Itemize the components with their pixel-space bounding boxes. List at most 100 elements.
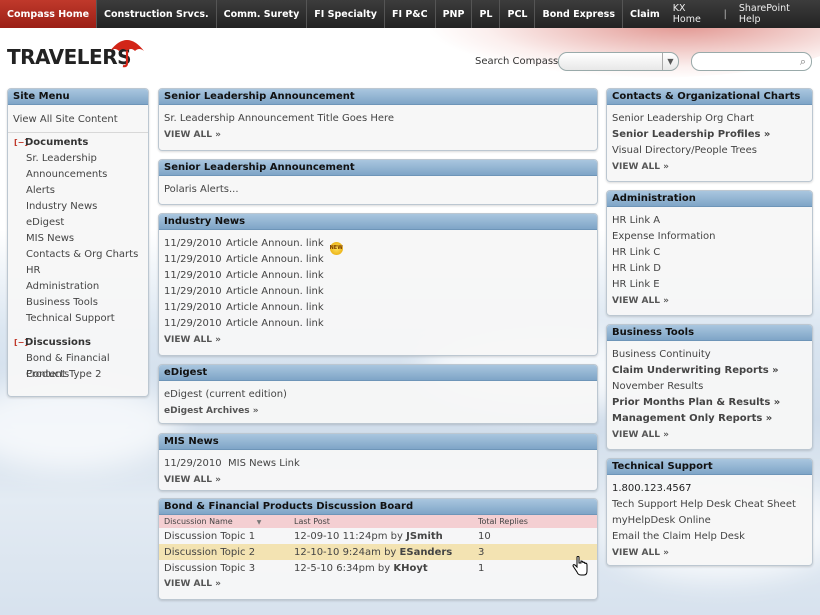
contacts-org-charts-panel: Contacts & Organizational Charts Senior …: [606, 88, 813, 182]
table-row[interactable]: Discussion Topic 3 12-5-10 6:34pm by KHo…: [159, 560, 597, 576]
sidebar-item-administration[interactable]: Administration: [8, 279, 148, 295]
sidebar-item-technical-support[interactable]: Technical Support: [8, 311, 148, 327]
tab-fi-pc[interactable]: FI P&C: [385, 0, 436, 28]
discussion-topic-link[interactable]: Discussion Topic 3: [159, 560, 289, 576]
november-results-link[interactable]: November Results: [612, 379, 807, 395]
tab-comm-surety[interactable]: Comm. Surety: [217, 0, 308, 28]
view-all-site-content-link[interactable]: View All Site Content: [8, 112, 148, 128]
table-row[interactable]: Discussion Topic 2 12-10-10 9:24am by ES…: [159, 544, 597, 560]
announcement-link[interactable]: Sr. Leadership Announcement Title Goes H…: [164, 111, 592, 127]
sidebar-item-mis-news[interactable]: MIS News: [8, 231, 148, 247]
news-item[interactable]: 11/29/2010 Article Announ. link NEW: [164, 236, 592, 255]
myhelpdesk-online-link[interactable]: myHelpDesk Online: [612, 513, 807, 529]
sidebar-item-alerts[interactable]: Alerts: [8, 183, 148, 199]
tab-compass-home[interactable]: Compass Home: [0, 0, 98, 28]
link-separator: |: [723, 8, 727, 20]
sidebar-item-contacts-org-charts[interactable]: Contacts & Org Charts: [8, 247, 148, 263]
polaris-alerts-link[interactable]: Polaris Alerts...: [164, 182, 592, 198]
hr-link-a[interactable]: HR Link A: [612, 213, 807, 229]
documents-heading[interactable]: [−]Documents: [8, 135, 148, 151]
discussions-heading[interactable]: [−]Discussions: [8, 335, 148, 351]
administration-panel: Administration HR Link A Expense Informa…: [606, 190, 813, 316]
column-header-total-replies[interactable]: Total Replies: [473, 515, 597, 528]
page-header: TRAVELERS Search Compass: ▼ ⌕: [0, 28, 820, 88]
sidebar-item-hr[interactable]: HR: [8, 263, 148, 279]
sharepoint-help-link[interactable]: SharePoint Help: [733, 3, 812, 25]
sidebar-item-sr-leadership[interactable]: Sr. Leadership: [8, 151, 148, 167]
tab-pcl[interactable]: PCL: [500, 0, 536, 28]
business-continuity-link[interactable]: Business Continuity: [612, 347, 807, 363]
chevron-down-icon[interactable]: ▼: [662, 53, 678, 70]
top-navigation-bar: Compass Home Construction Srvcs. Comm. S…: [0, 0, 820, 28]
column-header-last-post[interactable]: Last Post: [289, 515, 473, 528]
view-all-link[interactable]: VIEW ALL »: [612, 293, 807, 309]
sidebar-item-business-tools[interactable]: Business Tools: [8, 295, 148, 311]
claim-underwriting-reports-link[interactable]: Claim Underwriting Reports »: [612, 363, 807, 379]
last-post-cell: 12-5-10 6:34pm by KHoyt: [294, 562, 428, 574]
top-right-links: KX Home | SharePoint Help: [667, 0, 820, 28]
edigest-archives-link[interactable]: eDigest Archives »: [164, 403, 592, 419]
support-phone-number: 1.800.123.4567: [612, 483, 692, 494]
search-icon[interactable]: ⌕: [800, 55, 806, 69]
tab-bond-express[interactable]: Bond Express: [535, 0, 623, 28]
sidebar-item-edigest[interactable]: eDigest: [8, 215, 148, 231]
view-all-link[interactable]: VIEW ALL »: [164, 472, 592, 488]
collapse-icon[interactable]: [−]: [14, 135, 28, 151]
view-all-link[interactable]: VIEW ALL »: [164, 332, 592, 348]
author-link[interactable]: KHoyt: [393, 563, 427, 574]
search-scope-dropdown[interactable]: ▼: [558, 52, 679, 71]
search-label: Search Compass:: [475, 56, 562, 67]
tab-pnp[interactable]: PNP: [436, 0, 473, 28]
management-only-reports-link[interactable]: Management Only Reports »: [612, 411, 807, 427]
view-all-link[interactable]: VIEW ALL »: [159, 576, 597, 592]
site-menu-title: Site Menu: [8, 89, 148, 105]
discussion-topic-link[interactable]: Discussion Topic 2: [159, 544, 289, 560]
sidebar-item-industry-news[interactable]: Industry News: [8, 199, 148, 215]
author-link[interactable]: JSmith: [406, 531, 443, 542]
news-item[interactable]: 11/29/2010 Article Announ. link: [164, 300, 592, 316]
senior-leadership-org-chart-link[interactable]: Senior Leadership Org Chart: [612, 111, 807, 127]
discussion-table: Discussion Name ▼ Last Post Total Replies…: [159, 515, 597, 576]
panel-title: Technical Support: [607, 459, 812, 475]
expense-information-link[interactable]: Expense Information: [612, 229, 807, 245]
news-item[interactable]: 11/29/2010 Article Announ. link: [164, 252, 592, 268]
news-item[interactable]: 11/29/2010 Article Announ. link: [164, 316, 592, 332]
email-claim-help-desk-link[interactable]: Email the Claim Help Desk: [612, 529, 807, 545]
senior-leadership-profiles-link[interactable]: Senior Leadership Profiles »: [612, 127, 807, 143]
visual-directory-link[interactable]: Visual Directory/People Trees: [612, 143, 807, 159]
hand-cursor-icon: [572, 556, 588, 576]
tab-claim[interactable]: Claim: [623, 0, 667, 28]
last-post-cell: 12-10-10 9:24am by ESanders: [294, 546, 453, 558]
hr-link-e[interactable]: HR Link E: [612, 277, 807, 293]
view-all-link[interactable]: VIEW ALL »: [612, 159, 807, 175]
author-link[interactable]: ESanders: [400, 547, 453, 558]
prior-months-plan-results-link[interactable]: Prior Months Plan & Results »: [612, 395, 807, 411]
panel-title: Administration: [607, 191, 812, 207]
view-all-link[interactable]: VIEW ALL »: [612, 427, 807, 443]
collapse-icon[interactable]: [−]: [14, 335, 28, 351]
replies-cell: 10: [478, 530, 491, 542]
news-item[interactable]: 11/29/2010 Article Announ. link: [164, 268, 592, 284]
sort-down-icon[interactable]: ▼: [257, 519, 262, 526]
sidebar-item-content-type-2[interactable]: Content Type 2: [8, 367, 148, 383]
mis-news-link[interactable]: 11/29/2010 MIS News Link: [164, 456, 592, 472]
tab-construction-services[interactable]: Construction Srvcs.: [97, 0, 217, 28]
table-row[interactable]: Discussion Topic 1 12-09-10 11:24pm by J…: [159, 528, 597, 544]
panel-title: Senior Leadership Announcement: [159, 89, 597, 105]
hr-link-d[interactable]: HR Link D: [612, 261, 807, 277]
tech-support-cheat-sheet-link[interactable]: Tech Support Help Desk Cheat Sheet: [612, 497, 807, 513]
tab-pl[interactable]: PL: [472, 0, 501, 28]
panel-title: Bond & Financial Products Discussion Boa…: [159, 499, 597, 515]
discussion-topic-link[interactable]: Discussion Topic 1: [159, 528, 289, 544]
edigest-current-edition-link[interactable]: eDigest (current edition): [164, 387, 592, 403]
view-all-link[interactable]: VIEW ALL »: [164, 127, 592, 143]
tab-fi-specialty[interactable]: FI Specialty: [307, 0, 385, 28]
search-input[interactable]: ⌕: [691, 52, 812, 71]
view-all-link[interactable]: VIEW ALL »: [612, 545, 807, 561]
column-header-discussion-name[interactable]: Discussion Name ▼: [159, 515, 289, 528]
sidebar-item-bond-financial-products[interactable]: Bond & Financial Products: [8, 351, 148, 380]
sidebar-item-announcements[interactable]: Announcements: [8, 167, 148, 183]
news-item[interactable]: 11/29/2010 Article Announ. link: [164, 284, 592, 300]
hr-link-c[interactable]: HR Link C: [612, 245, 807, 261]
kx-home-link[interactable]: KX Home: [667, 3, 718, 25]
